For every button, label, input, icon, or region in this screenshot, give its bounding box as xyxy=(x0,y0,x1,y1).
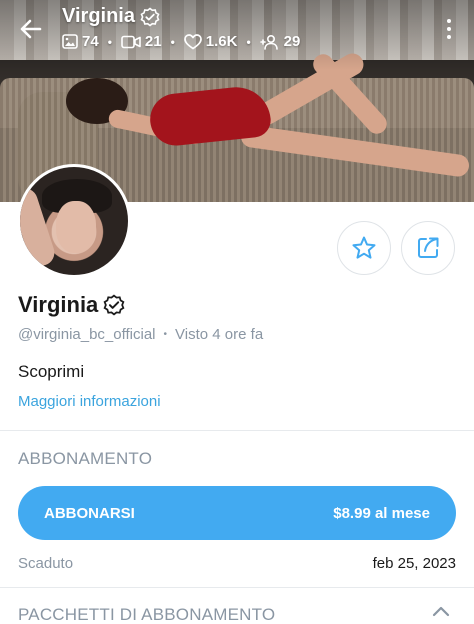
subscribe-button-label: ABBONARSI xyxy=(44,504,135,522)
stat-separator: • xyxy=(246,34,251,49)
stat-photos-count: 74 xyxy=(82,33,99,50)
heart-icon xyxy=(183,33,202,49)
verified-icon xyxy=(103,294,125,316)
star-icon xyxy=(352,236,376,259)
subscription-status-date: feb 25, 2023 xyxy=(372,555,456,572)
header-stats: 74 • 21 • 1.6K • 29 xyxy=(62,33,300,50)
share-icon xyxy=(418,237,439,258)
more-vertical-icon xyxy=(447,19,451,23)
chevron-up-icon[interactable] xyxy=(432,604,450,618)
avatar[interactable] xyxy=(17,164,131,278)
subscribe-button[interactable]: ABBONARSI $8.99 al mese xyxy=(18,486,456,540)
fans-icon xyxy=(259,34,278,50)
image-icon xyxy=(62,34,78,49)
back-button[interactable] xyxy=(14,12,48,46)
more-vertical-icon-dot xyxy=(447,27,451,31)
back-arrow-icon xyxy=(20,19,42,39)
favorite-button[interactable] xyxy=(337,221,391,275)
header-name: Virginia xyxy=(62,5,135,27)
stat-photos: 74 xyxy=(62,33,99,50)
stat-videos: 21 xyxy=(121,33,162,50)
stat-fans: 29 xyxy=(259,33,301,50)
header-name-row: Virginia xyxy=(62,5,160,28)
stat-videos-count: 21 xyxy=(144,33,162,50)
more-options-button[interactable] xyxy=(440,14,458,44)
stat-likes: 1.6K xyxy=(183,33,238,50)
bundles-section-title[interactable]: PACCHETTI DI ABBONAMENTO xyxy=(18,605,275,624)
divider xyxy=(0,587,474,588)
stat-separator: • xyxy=(170,34,175,49)
more-vertical-icon-dot xyxy=(447,35,451,39)
share-button[interactable] xyxy=(401,221,455,275)
video-icon xyxy=(121,35,141,48)
subscribe-button-price: $8.99 al mese xyxy=(333,504,430,522)
avatar-face xyxy=(56,201,96,253)
last-seen: Visto 4 ore fa xyxy=(175,326,264,343)
stat-likes-count: 1.6K xyxy=(205,33,238,50)
subscription-status-label: Scaduto xyxy=(18,555,74,572)
profile-name-row: Virginia xyxy=(18,292,125,318)
stat-separator: • xyxy=(107,34,112,49)
profile-bio: Scoprimi xyxy=(18,362,85,381)
profile-name: Virginia xyxy=(18,292,99,317)
profile-handle: @virginia_bc_official xyxy=(18,326,156,343)
handle-separator: • xyxy=(163,329,168,340)
handle-line: @virginia_bc_official • Visto 4 ore fa xyxy=(18,326,263,343)
verified-icon xyxy=(140,6,160,27)
stat-fans-count: 29 xyxy=(283,33,301,50)
subscription-section-title: ABBONAMENTO xyxy=(18,449,153,468)
top-bar: Virginia 74 • 21 • 1.6K • 29 xyxy=(0,0,474,60)
more-info-link[interactable]: Maggiori informazioni xyxy=(18,393,161,410)
divider xyxy=(0,430,474,431)
